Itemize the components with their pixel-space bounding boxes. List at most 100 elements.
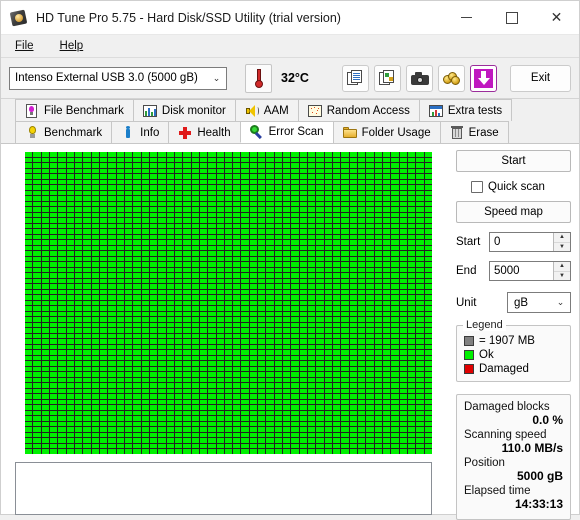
- map-block: [183, 273, 191, 278]
- map-block: [58, 223, 66, 229]
- map-block: [58, 333, 66, 339]
- start-spinner[interactable]: 0 ▲ ▼: [489, 232, 571, 252]
- log-textbox[interactable]: [15, 462, 432, 515]
- map-block: [74, 427, 83, 432]
- map-block: [216, 432, 224, 438]
- tab-random-access[interactable]: Random Access: [297, 99, 420, 121]
- tab-aam[interactable]: AAM: [234, 99, 299, 121]
- map-block: [374, 311, 383, 317]
- map-block: [333, 383, 341, 388]
- map-block: [349, 399, 358, 405]
- map-block: [383, 361, 391, 366]
- tab-health[interactable]: Health: [168, 121, 241, 143]
- tab-benchmark[interactable]: Benchmark: [15, 121, 113, 143]
- map-block: [74, 449, 83, 454]
- map-block: [208, 427, 216, 432]
- copy-image-button[interactable]: [374, 64, 401, 92]
- map-block: [399, 405, 408, 410]
- drive-select[interactable]: Intenso External USB 3.0 (5000 gB) ⌄: [9, 66, 227, 90]
- map-block: [358, 179, 366, 185]
- map-block: [408, 201, 416, 207]
- map-block: [183, 278, 191, 284]
- map-block: [416, 322, 424, 328]
- map-block: [33, 328, 41, 333]
- exit-button[interactable]: Exit: [510, 64, 571, 92]
- end-spinner[interactable]: 5000 ▲ ▼: [489, 261, 571, 281]
- map-block: [91, 152, 99, 157]
- map-block: [124, 168, 133, 174]
- tab-folder-usage[interactable]: Folder Usage: [332, 121, 441, 143]
- map-block: [33, 295, 41, 300]
- map-block: [258, 234, 266, 240]
- map-block: [99, 306, 108, 311]
- map-block: [99, 273, 108, 278]
- map-block: [266, 278, 274, 284]
- map-block: [249, 152, 258, 157]
- map-block: [299, 273, 308, 278]
- map-block: [291, 427, 299, 432]
- map-block: [149, 372, 158, 377]
- end-spin-down[interactable]: ▼: [554, 272, 570, 281]
- map-block: [358, 372, 366, 377]
- end-spinner-arrows[interactable]: ▲ ▼: [553, 262, 570, 280]
- buy-button[interactable]: [438, 64, 465, 92]
- map-block: [208, 449, 216, 454]
- speed-map-button[interactable]: Speed map: [456, 201, 571, 223]
- tab-info[interactable]: Info: [111, 121, 170, 143]
- map-block: [249, 377, 258, 383]
- map-block: [283, 245, 291, 251]
- map-block: [149, 262, 158, 267]
- menu-item-help[interactable]: Help: [56, 38, 96, 54]
- map-block: [116, 333, 124, 339]
- map-block: [224, 190, 233, 196]
- tab-erase[interactable]: Erase: [439, 121, 509, 143]
- map-block: [291, 223, 299, 229]
- map-block: [374, 322, 383, 328]
- screenshot-button[interactable]: [406, 64, 433, 92]
- start-spin-down[interactable]: ▼: [554, 243, 570, 252]
- download-button[interactable]: [470, 64, 497, 92]
- map-block: [49, 317, 58, 322]
- map-block: [299, 196, 308, 201]
- close-button[interactable]: ✕: [534, 1, 579, 34]
- end-spin-up[interactable]: ▲: [554, 262, 570, 272]
- map-block: [33, 245, 41, 251]
- damaged-blocks-value: 0.0 %: [532, 413, 563, 427]
- map-block: [158, 251, 166, 256]
- map-block: [49, 284, 58, 289]
- tab-disk-monitor[interactable]: Disk monitor: [132, 99, 236, 121]
- map-block: [158, 317, 166, 322]
- copy-text-button[interactable]: [342, 64, 369, 92]
- map-block: [233, 372, 241, 377]
- map-block: [249, 438, 258, 443]
- map-block: [266, 273, 274, 278]
- map-block: [233, 432, 241, 438]
- start-spin-up[interactable]: ▲: [554, 233, 570, 243]
- map-block: [116, 284, 124, 289]
- minimize-button[interactable]: [444, 1, 489, 34]
- map-block: [224, 416, 233, 421]
- map-block: [291, 284, 299, 289]
- quick-scan-checkbox[interactable]: [471, 181, 483, 193]
- tab-file-benchmark[interactable]: File Benchmark: [15, 99, 134, 121]
- unit-select[interactable]: gB ⌄: [507, 292, 571, 313]
- maximize-button[interactable]: [489, 1, 534, 34]
- start-spinner-arrows[interactable]: ▲ ▼: [553, 233, 570, 251]
- start-input[interactable]: 0: [490, 233, 553, 251]
- map-block: [291, 218, 299, 223]
- quick-scan-option[interactable]: Quick scan: [471, 181, 571, 193]
- end-input[interactable]: 5000: [490, 262, 553, 280]
- tab-extra-tests[interactable]: Extra tests: [418, 99, 513, 121]
- map-block: [133, 416, 141, 421]
- map-block: [424, 278, 432, 284]
- tab-error-scan[interactable]: Error Scan: [239, 121, 334, 143]
- map-block: [233, 328, 241, 333]
- map-block: [283, 421, 291, 427]
- map-block: [241, 163, 249, 168]
- map-block: [333, 344, 341, 350]
- map-block: [408, 212, 416, 218]
- map-block: [183, 361, 191, 366]
- map-block: [391, 190, 399, 196]
- menu-item-file[interactable]: File: [11, 38, 46, 54]
- start-button[interactable]: Start: [456, 150, 571, 172]
